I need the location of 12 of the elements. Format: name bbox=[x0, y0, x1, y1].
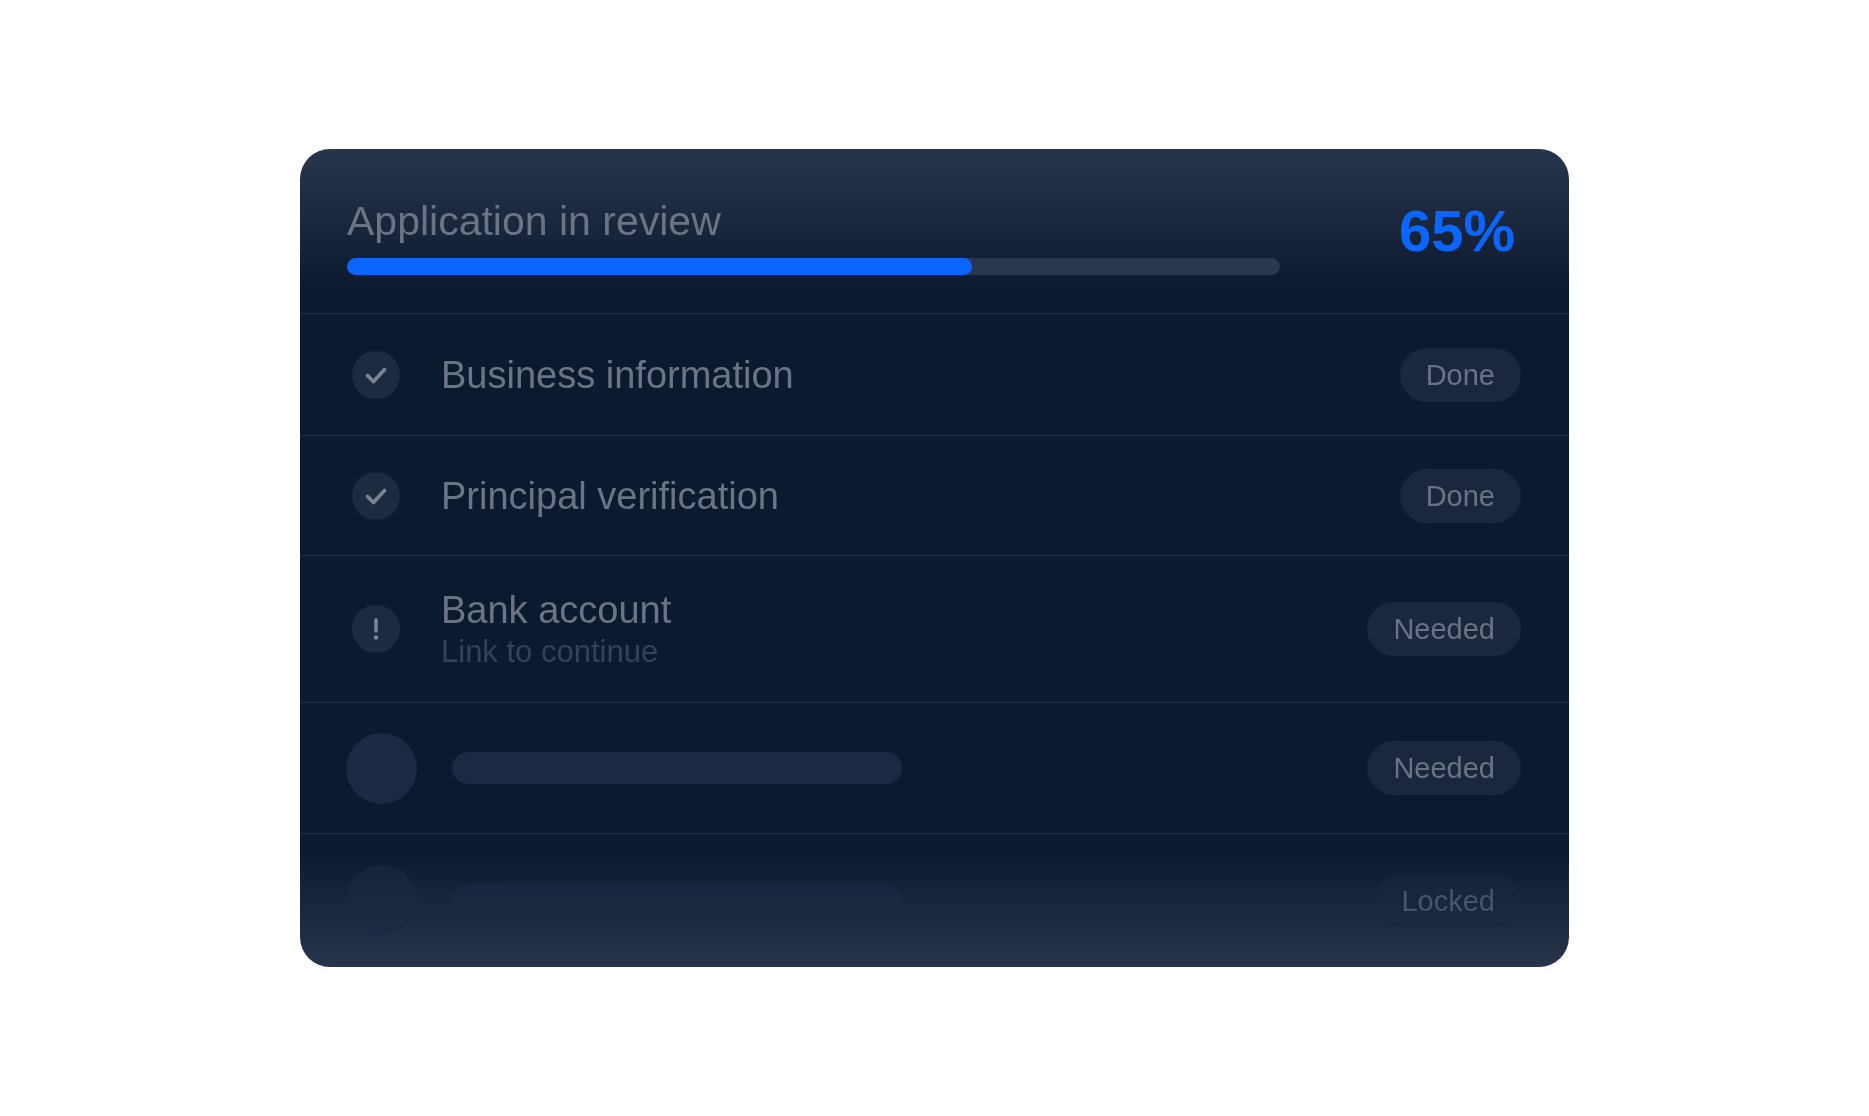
step-label: Bank account bbox=[441, 588, 672, 632]
status-badge: Done bbox=[1399, 468, 1521, 523]
status-badge: Done bbox=[1399, 347, 1521, 402]
step-label: Business information bbox=[441, 352, 794, 397]
progress-percent: 65% bbox=[1398, 199, 1515, 263]
status-badge: Needed bbox=[1367, 602, 1521, 656]
status-badge: Needed bbox=[1367, 741, 1521, 795]
header-title: Application in review bbox=[347, 197, 722, 244]
check-circle-icon bbox=[352, 471, 400, 520]
check-circle-icon bbox=[352, 350, 400, 399]
step-label: Principal verification bbox=[441, 473, 779, 518]
exclamation-circle-icon bbox=[352, 605, 400, 653]
